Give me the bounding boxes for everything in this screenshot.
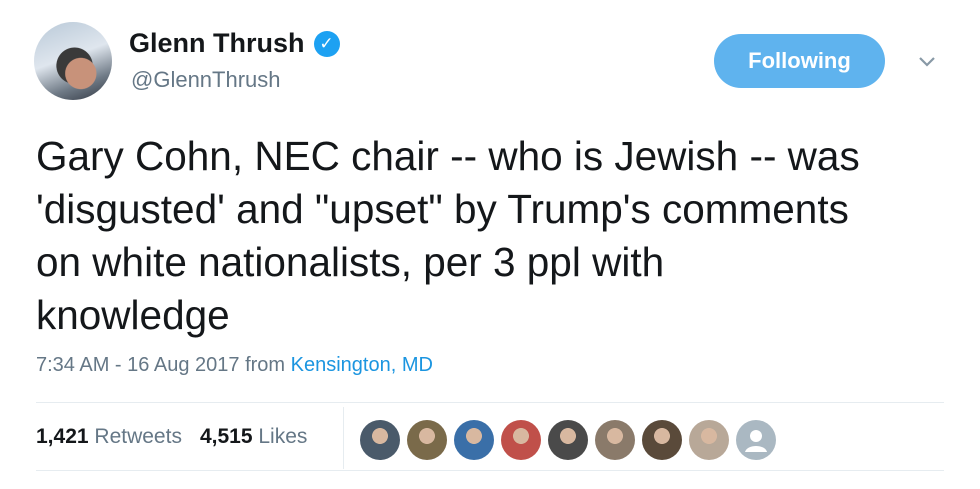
liker-avatar[interactable] [736, 420, 776, 460]
liker-avatar[interactable] [642, 420, 682, 460]
chevron-down-icon[interactable] [912, 47, 942, 77]
liker-avatar[interactable] [407, 420, 447, 460]
author-handle[interactable]: @GlennThrush [131, 67, 281, 93]
retweets-count: 1,421 [36, 425, 89, 448]
author-name-row: Glenn Thrush ✓ [129, 28, 340, 59]
retweets-stat[interactable]: 1,421 Retweets [36, 425, 182, 449]
likes-count: 4,515 [199, 425, 253, 448]
liker-avatar[interactable] [689, 420, 729, 460]
from-label: from [245, 354, 286, 376]
verified-check-icon: ✓ [313, 30, 340, 57]
liker-avatars [360, 420, 776, 460]
liker-avatar[interactable] [548, 420, 588, 460]
author-avatar[interactable] [34, 22, 112, 100]
tweet-stats: 1,421 Retweets 4,515 Likes [36, 425, 307, 449]
author-name[interactable]: Glenn Thrush [129, 28, 305, 59]
likes-stat[interactable]: 4,515 Likes [200, 425, 307, 449]
stats-separator [343, 407, 344, 469]
likes-label: Likes [258, 425, 308, 448]
divider-bottom [36, 470, 944, 471]
liker-avatar[interactable] [360, 420, 400, 460]
tweet-timestamp[interactable]: 7:34 AM - 16 Aug 2017 [36, 354, 240, 376]
divider-top [36, 402, 944, 403]
retweets-label: Retweets [94, 425, 182, 448]
tweet-text: Gary Cohn, NEC chair -- who is Jewish --… [36, 133, 860, 338]
liker-avatar[interactable] [501, 420, 541, 460]
following-button[interactable]: Following [714, 34, 885, 88]
liker-avatar[interactable] [595, 420, 635, 460]
liker-avatar[interactable] [454, 420, 494, 460]
tweet-meta: 7:34 AM - 16 Aug 2017 from Kensington, M… [36, 354, 433, 377]
location-link[interactable]: Kensington, MD [291, 354, 433, 376]
